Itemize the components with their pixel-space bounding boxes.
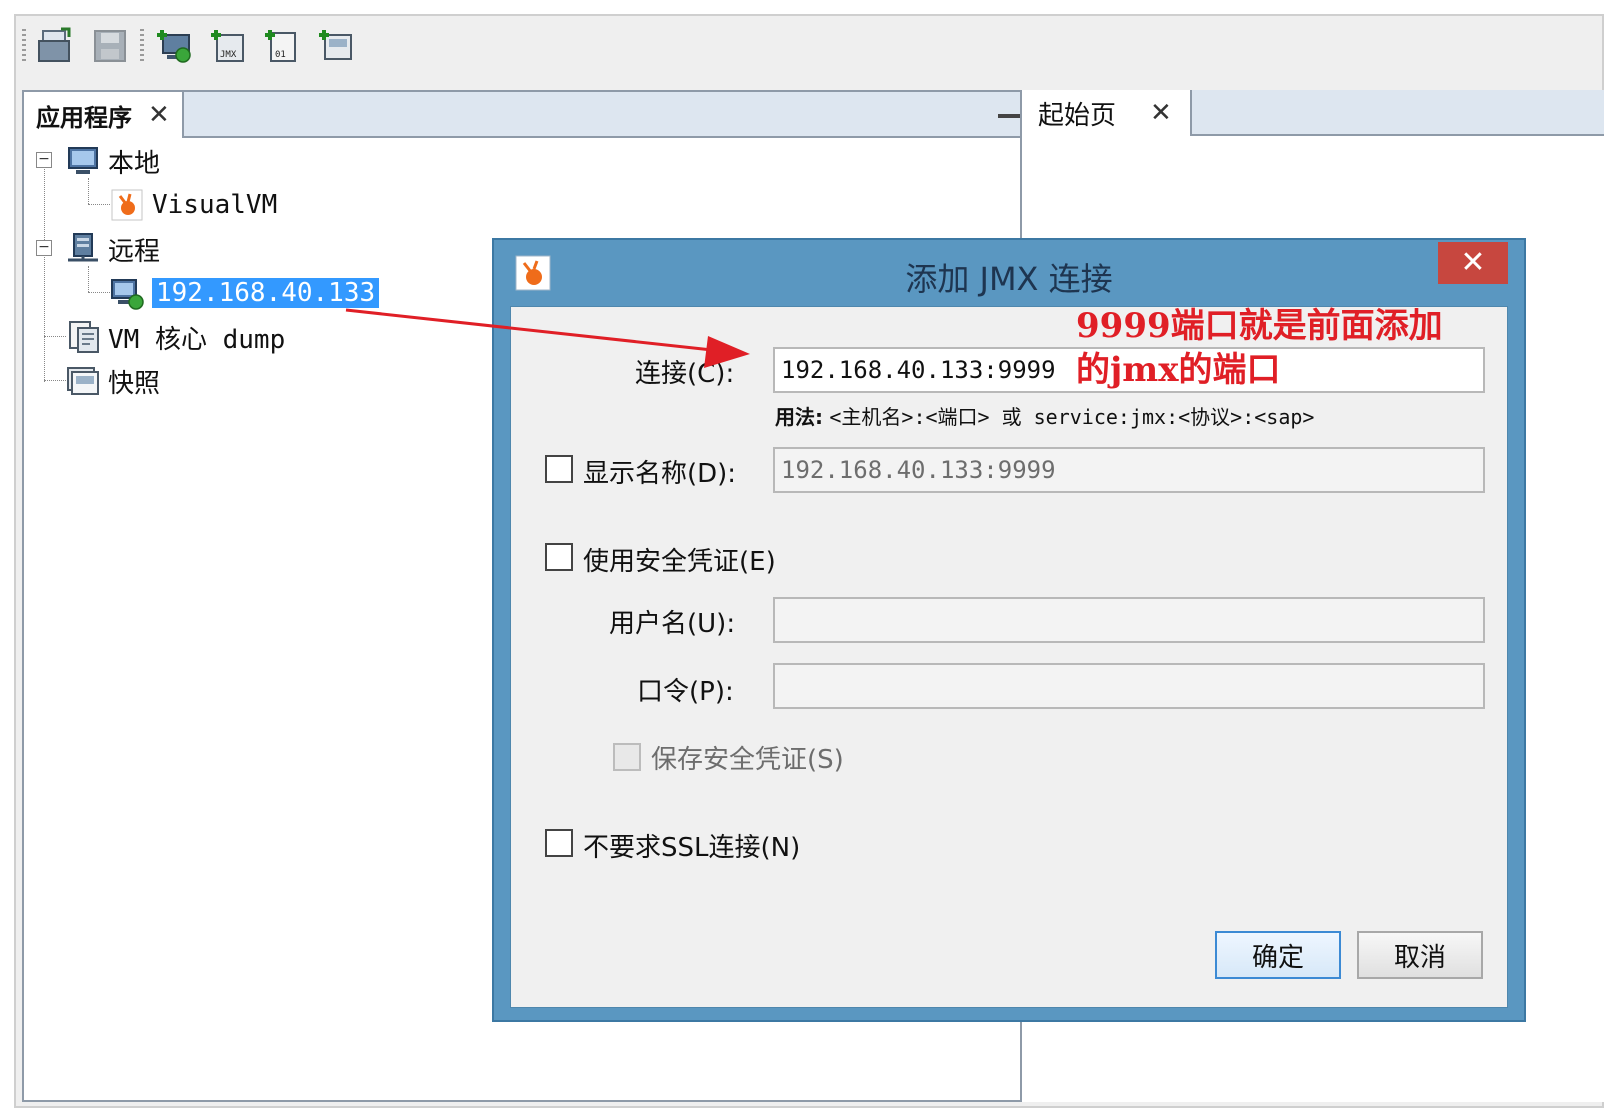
- no-ssl-checkbox[interactable]: [545, 829, 573, 857]
- tree-node-snapshots[interactable]: 快照: [66, 362, 160, 400]
- add-remote-host-icon: [157, 30, 191, 63]
- tree-node-coredump[interactable]: VM 核心 dump: [66, 318, 285, 356]
- tab-start-page-close-icon[interactable]: ✕: [1150, 98, 1172, 128]
- applications-tabbar: 应用程序 ✕: [24, 92, 1036, 138]
- tab-start-page-label: 起始页: [1038, 100, 1117, 131]
- tree-connector: [44, 160, 45, 382]
- local-host-icon: [66, 144, 100, 178]
- dialog-close-icon[interactable]: ✕: [1438, 242, 1508, 284]
- connection-usage-hint: 用法: <主机名>:<端口> 或 service:jmx:<协议>:<sap>: [775, 401, 1314, 430]
- connection-label: 连接(C):: [635, 359, 735, 389]
- tree-connector: [44, 336, 66, 337]
- username-label: 用户名(U):: [609, 609, 736, 639]
- toolbar-separator: [140, 29, 144, 63]
- save-icon: [94, 30, 126, 62]
- expand-remote-icon[interactable]: −: [36, 240, 52, 256]
- save-credentials-checkbox[interactable]: [613, 743, 641, 771]
- save-credentials-label: 保存安全凭证(S): [651, 745, 844, 775]
- tree-connector: [88, 204, 110, 205]
- expand-local-icon[interactable]: −: [36, 152, 52, 168]
- tree-node-remote-host[interactable]: 192.168.40.133: [110, 274, 380, 312]
- tree-connector: [44, 380, 66, 381]
- tab-start-page[interactable]: 起始页 ✕: [1022, 90, 1192, 136]
- tree-connector: [88, 178, 89, 204]
- dialog-body: 连接(C): 192.168.40.133:9999 用法: <主机名>:<端口…: [510, 306, 1508, 1008]
- tree-node-coredump-label: VM 核心 dump: [108, 324, 286, 355]
- tree-node-local[interactable]: 本地: [66, 142, 160, 180]
- password-label: 口令(P):: [637, 677, 734, 707]
- visualvm-app-icon: [110, 188, 144, 222]
- remote-host-icon: [110, 276, 144, 310]
- start-page-tabbar: 起始页 ✕: [1022, 90, 1604, 136]
- display-name-input-value: 192.168.40.133:9999: [781, 456, 1056, 484]
- ok-button[interactable]: 确定: [1215, 931, 1341, 979]
- svg-text:JMX: JMX: [220, 50, 237, 60]
- add-jmx-connection-button[interactable]: JMX: [208, 26, 248, 66]
- load-vm-coredump-icon: 01: [265, 30, 296, 62]
- add-remote-host-button[interactable]: [154, 26, 194, 66]
- toolbar-grip[interactable]: [22, 29, 26, 63]
- annotation-text: 9999端口就是前面添加 的jmx的端口: [1076, 304, 1443, 392]
- dialog-title: 添加 JMX 连接: [905, 260, 1113, 298]
- load-coredump-button[interactable]: 01: [262, 26, 302, 66]
- tree-node-remote[interactable]: 远程: [66, 230, 160, 268]
- tree-node-remote-host-label: 192.168.40.133: [152, 278, 380, 308]
- add-snapshot-icon: [319, 30, 352, 60]
- dialog-titlebar[interactable]: 添加 JMX 连接 ✕: [494, 240, 1524, 308]
- add-snapshot-button[interactable]: [316, 26, 356, 66]
- display-name-checkbox[interactable]: [545, 455, 573, 483]
- tab-applications-close-icon[interactable]: ✕: [148, 100, 170, 130]
- tree-node-visualvm-label: VisualVM: [152, 190, 278, 220]
- coredump-icon: [66, 320, 100, 354]
- save-button[interactable]: [90, 26, 130, 66]
- add-jmx-connection-icon: JMX: [211, 30, 244, 62]
- svg-text:01: 01: [275, 50, 286, 60]
- tab-applications[interactable]: 应用程序 ✕: [24, 92, 184, 138]
- connection-input-value: 192.168.40.133:9999: [781, 356, 1056, 384]
- display-name-label: 显示名称(D):: [583, 459, 737, 489]
- tree-connector: [88, 292, 110, 293]
- main-toolbar: JMX 01: [22, 18, 370, 74]
- tree-connector: [88, 266, 89, 292]
- tree-node-snapshots-label: 快照: [108, 368, 161, 399]
- tree-node-visualvm[interactable]: VisualVM: [110, 186, 277, 224]
- display-name-input[interactable]: 192.168.40.133:9999: [773, 447, 1485, 493]
- annotation-line-1: 9999端口就是前面添加: [1076, 306, 1443, 346]
- tab-applications-label: 应用程序: [36, 103, 132, 132]
- annotation-line-2: 的jmx的端口: [1076, 350, 1281, 390]
- no-ssl-label: 不要求SSL连接(N): [583, 833, 801, 863]
- remote-hosts-icon: [66, 232, 100, 266]
- use-credentials-checkbox[interactable]: [545, 543, 573, 571]
- usage-prefix: 用法:: [775, 405, 823, 429]
- minimize-panel-icon[interactable]: [998, 114, 1020, 118]
- snapshots-icon: [66, 364, 100, 398]
- tree-node-local-label: 本地: [108, 148, 161, 179]
- load-icon: [38, 27, 71, 62]
- usage-text: <主机名>:<端口> 或 service:jmx:<协议>:<sap>: [829, 405, 1315, 429]
- use-credentials-label: 使用安全凭证(E): [583, 547, 776, 577]
- load-button[interactable]: [36, 26, 76, 66]
- password-input[interactable]: [773, 663, 1485, 709]
- tree-node-remote-label: 远程: [108, 236, 161, 267]
- cancel-button[interactable]: 取消: [1357, 931, 1483, 979]
- username-input[interactable]: [773, 597, 1485, 643]
